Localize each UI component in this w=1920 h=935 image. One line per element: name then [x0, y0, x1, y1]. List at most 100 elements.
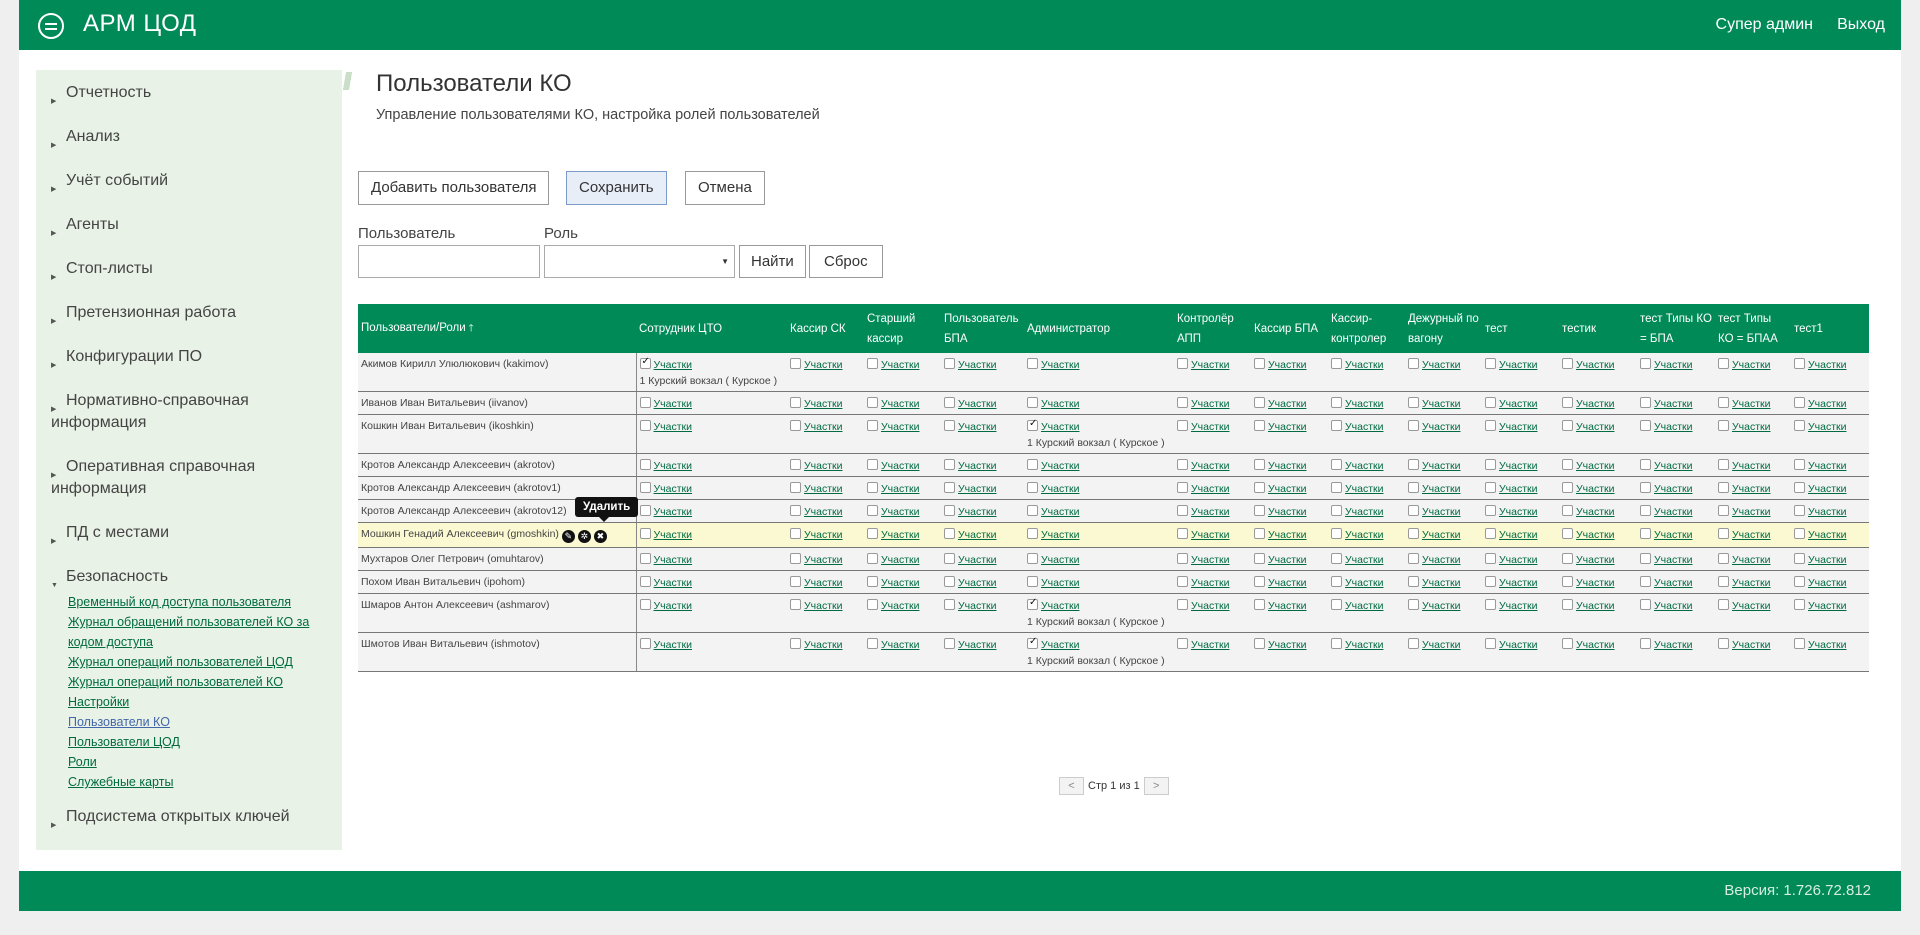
sidebar-item-7[interactable]: ▶ Нормативно-справочная информация — [36, 384, 342, 450]
role-checkbox[interactable] — [1027, 528, 1038, 539]
locations-link[interactable]: Участки — [1576, 600, 1615, 612]
locations-link[interactable]: Участки — [1422, 600, 1461, 612]
locations-link[interactable]: Участки — [804, 483, 843, 495]
sidebar-item-1[interactable]: ▶ Анализ — [36, 120, 342, 164]
locations-link[interactable]: Участки — [1808, 506, 1847, 518]
locations-link[interactable]: Участки — [1654, 506, 1693, 518]
locations-link[interactable]: Участки — [1041, 421, 1080, 433]
role-checkbox[interactable] — [639, 420, 651, 431]
locations-link[interactable]: Участки — [1576, 554, 1615, 566]
role-checkbox[interactable] — [1331, 420, 1342, 431]
locations-link[interactable]: Участки — [1654, 529, 1693, 541]
locations-link[interactable]: Участки — [804, 460, 843, 472]
locations-link[interactable]: Участки — [804, 577, 843, 589]
role-checkbox[interactable] — [1027, 576, 1038, 587]
role-checkbox[interactable] — [867, 358, 878, 369]
role-checkbox[interactable] — [1408, 553, 1419, 564]
table-row[interactable]: Шмаров Антон Алексеевич (ashmarov) Участк… — [358, 593, 1869, 633]
table-row[interactable]: Кротов Александр Алексеевич (akrotov) Уча… — [358, 453, 1869, 477]
role-checkbox[interactable] — [1331, 482, 1342, 493]
locations-link[interactable]: Участки — [1041, 359, 1080, 371]
locations-link[interactable]: Участки — [1268, 529, 1307, 541]
security-subitem[interactable]: Журнал операций пользователей КО — [68, 672, 342, 692]
locations-link[interactable]: Участки — [1268, 506, 1307, 518]
role-checkbox[interactable] — [1177, 528, 1188, 539]
locations-link[interactable]: Участки — [1499, 506, 1538, 518]
role-checkbox[interactable] — [790, 553, 801, 564]
edit-icon[interactable]: ✎ — [561, 530, 575, 543]
role-checkbox[interactable] — [944, 420, 955, 431]
role-checkbox[interactable] — [1027, 459, 1038, 470]
role-checkbox[interactable] — [1718, 505, 1729, 516]
locations-link[interactable]: Участки — [804, 421, 843, 433]
locations-link[interactable]: Участки — [1041, 460, 1080, 472]
role-checkbox[interactable] — [1254, 420, 1265, 431]
role-checkbox[interactable] — [1027, 597, 1038, 610]
locations-link[interactable]: Участки — [1499, 600, 1538, 612]
role-checkbox[interactable] — [1408, 482, 1419, 493]
locations-link[interactable]: Участки — [1732, 483, 1771, 495]
role-checkbox[interactable] — [1562, 505, 1573, 516]
locations-link[interactable]: Участки — [1732, 506, 1771, 518]
locations-link[interactable]: Участки — [804, 506, 843, 518]
role-checkbox[interactable] — [1718, 576, 1729, 587]
role-checkbox[interactable] — [1177, 358, 1188, 369]
locations-link[interactable]: Участки — [1576, 421, 1615, 433]
locations-link[interactable]: Участки — [1808, 483, 1847, 495]
role-checkbox[interactable] — [1254, 459, 1265, 470]
role-checkbox[interactable] — [1562, 528, 1573, 539]
locations-link[interactable]: Участки — [1345, 460, 1384, 472]
locations-link[interactable]: Участки — [1808, 359, 1847, 371]
security-subitem[interactable]: Журнал операций пользователей ЦОД — [68, 652, 342, 672]
locations-link[interactable]: Участки — [1191, 639, 1230, 651]
locations-link[interactable]: Участки — [1191, 577, 1230, 589]
locations-link[interactable]: Участки — [1654, 483, 1693, 495]
current-user-link[interactable]: Супер админ — [1716, 16, 1813, 34]
locations-link[interactable]: Участки — [1422, 577, 1461, 589]
locations-link[interactable]: Участки — [1808, 529, 1847, 541]
locations-link[interactable]: Участки — [1654, 398, 1693, 410]
locations-link[interactable]: Участки — [1345, 554, 1384, 566]
locations-link[interactable]: Участки — [1041, 483, 1080, 495]
role-checkbox[interactable] — [1254, 553, 1265, 564]
locations-link[interactable]: Участки — [1345, 639, 1384, 651]
locations-link[interactable]: Участки — [1499, 639, 1538, 651]
next-page-button[interactable]: > — [1143, 777, 1169, 795]
locations-link[interactable]: Участки — [1041, 600, 1080, 612]
table-row[interactable]: Кошкин Иван Витальевич (ikoshkin) Участки… — [358, 414, 1869, 454]
locations-link[interactable]: Участки — [804, 398, 843, 410]
add-user-button[interactable]: Добавить пользователя — [358, 171, 550, 205]
locations-link[interactable]: Участки — [1732, 600, 1771, 612]
security-subitem[interactable]: Пользователи ЦОД — [68, 732, 342, 752]
role-checkbox[interactable] — [1331, 576, 1342, 587]
security-subitem[interactable]: Журнал обращений пользователей КО за код… — [68, 612, 342, 652]
role-checkbox[interactable] — [1331, 505, 1342, 516]
locations-link[interactable]: Участки — [1732, 398, 1771, 410]
role-checkbox[interactable] — [1177, 599, 1188, 610]
role-checkbox[interactable] — [790, 638, 801, 649]
role-checkbox[interactable] — [1331, 397, 1342, 408]
locations-link[interactable]: Участки — [1422, 506, 1461, 518]
locations-link[interactable]: Участки — [1422, 529, 1461, 541]
locations-link[interactable]: Участки — [1422, 639, 1461, 651]
locations-link[interactable]: Участки — [1654, 359, 1693, 371]
locations-link[interactable]: Участки — [1191, 421, 1230, 433]
role-checkbox[interactable] — [1640, 576, 1651, 587]
locations-link[interactable]: Участки — [654, 506, 693, 518]
locations-link[interactable]: Участки — [881, 506, 920, 518]
role-checkbox[interactable] — [1027, 553, 1038, 564]
sidebar-item-4[interactable]: ▶ Стоп-листы — [36, 252, 342, 296]
role-checkbox[interactable] — [639, 482, 651, 493]
role-checkbox[interactable] — [1794, 505, 1805, 516]
locations-link[interactable]: Участки — [654, 529, 693, 541]
role-checkbox[interactable] — [1640, 528, 1651, 539]
locations-link[interactable]: Участки — [1191, 359, 1230, 371]
locations-link[interactable]: Участки — [1422, 483, 1461, 495]
role-checkbox[interactable] — [1254, 505, 1265, 516]
locations-link[interactable]: Участки — [1732, 529, 1771, 541]
role-checkbox[interactable] — [1485, 553, 1496, 564]
role-checkbox[interactable] — [1177, 420, 1188, 431]
role-checkbox[interactable] — [867, 420, 878, 431]
locations-link[interactable]: Участки — [804, 639, 843, 651]
locations-link[interactable]: Участки — [1191, 600, 1230, 612]
